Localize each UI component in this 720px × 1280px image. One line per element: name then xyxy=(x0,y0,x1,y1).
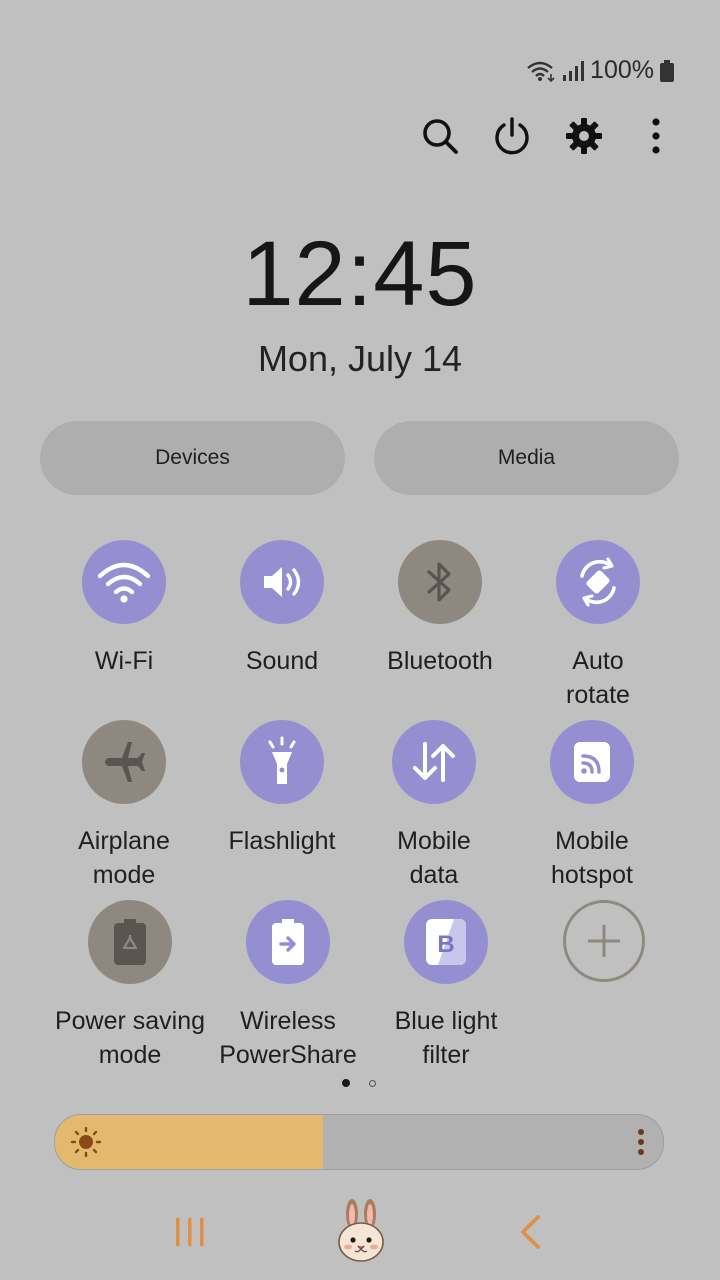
tile-sound-circle[interactable] xyxy=(240,540,324,624)
tile-label: Wi-Fi xyxy=(94,647,154,675)
powershare-icon xyxy=(272,919,304,965)
sun-icon xyxy=(70,1127,102,1157)
add-tile-circle[interactable] xyxy=(563,900,645,982)
brightness-slider[interactable] xyxy=(54,1114,664,1170)
search-button[interactable] xyxy=(416,112,464,160)
tile-bluetooth[interactable]: Bluetooth xyxy=(355,540,525,678)
tile-label: Flashlight xyxy=(228,827,336,855)
tile-flashlight-circle[interactable] xyxy=(240,720,324,804)
clock-time: 12:45 xyxy=(242,223,478,325)
media-button[interactable]: Media xyxy=(374,421,679,495)
tile-label: Airplane mode xyxy=(78,827,170,889)
add-icon xyxy=(588,925,620,957)
tile-power-saving[interactable]: Power saving mode xyxy=(45,900,215,1072)
auto-rotate-icon xyxy=(580,557,616,607)
battery-percent: 100% xyxy=(590,56,654,84)
back-icon xyxy=(521,1215,540,1249)
devices-button[interactable]: Devices xyxy=(40,421,345,495)
tile-label: Power saving mode xyxy=(54,1007,206,1069)
tile-power-saving-circle[interactable] xyxy=(88,900,172,984)
tile-bluetooth-circle[interactable] xyxy=(398,540,482,624)
mobile-data-icon xyxy=(413,742,455,782)
tile-flashlight[interactable]: Flashlight xyxy=(197,720,367,858)
tile-hotspot-circle[interactable] xyxy=(550,720,634,804)
tile-wifi[interactable]: Wi-Fi xyxy=(39,540,209,678)
tile-mobile-data[interactable]: Mobile data xyxy=(349,720,519,892)
flashlight-icon xyxy=(268,736,296,784)
tile-sound[interactable]: Sound xyxy=(197,540,367,678)
search-icon xyxy=(423,119,458,154)
tile-label: Blue light filter xyxy=(394,1007,498,1069)
tile-airplane-circle[interactable] xyxy=(82,720,166,804)
tile-airplane-mode[interactable]: Airplane mode xyxy=(39,720,209,892)
power-button[interactable] xyxy=(488,112,536,160)
tile-label: Wireless PowerShare xyxy=(219,1007,357,1069)
tile-label: Sound xyxy=(245,647,319,675)
recent-apps-button[interactable] xyxy=(172,1216,208,1253)
tile-label: Mobile data xyxy=(397,827,471,889)
svg-text:B: B xyxy=(437,931,454,958)
settings-gear-icon xyxy=(566,118,602,154)
power-icon xyxy=(495,117,529,155)
wifi-icon xyxy=(97,562,151,603)
tile-label: Mobile hotspot xyxy=(550,827,633,889)
airplane-icon xyxy=(105,742,145,782)
more-options-icon xyxy=(652,118,660,154)
tile-label: Bluetooth xyxy=(387,647,493,675)
status-bar: 100% xyxy=(526,56,674,85)
tile-blue-light-filter[interactable]: B Blue light filter xyxy=(361,900,531,1072)
tile-powershare-circle[interactable] xyxy=(246,900,330,984)
home-bunny-icon xyxy=(338,1199,384,1262)
back-button[interactable] xyxy=(516,1214,544,1255)
tile-auto-rotate[interactable]: Auto rotate xyxy=(513,540,683,712)
tile-add[interactable] xyxy=(519,900,689,982)
tile-label: Auto rotate xyxy=(566,647,630,709)
speaker-icon xyxy=(264,567,301,597)
tile-mobile-hotspot[interactable]: Mobile hotspot xyxy=(507,720,677,892)
brightness-more-icon[interactable] xyxy=(637,1129,645,1155)
battery-saver-icon xyxy=(114,919,146,965)
tile-auto-rotate-circle[interactable] xyxy=(556,540,640,624)
blue-light-filter-icon: B xyxy=(426,919,466,965)
wifi-signal-icon xyxy=(527,61,555,82)
tile-wifi-circle[interactable] xyxy=(82,540,166,624)
cellular-signal-icon xyxy=(563,60,585,81)
page-dot-active xyxy=(342,1079,350,1087)
settings-button[interactable] xyxy=(560,112,608,160)
hotspot-icon xyxy=(574,742,610,782)
more-options-button[interactable] xyxy=(632,112,680,160)
battery-icon xyxy=(660,59,674,82)
page-dot xyxy=(369,1080,376,1087)
home-button[interactable] xyxy=(332,1198,390,1269)
clock-date: Mon, July 14 xyxy=(257,338,463,379)
tile-blue-light-circle[interactable]: B xyxy=(404,900,488,984)
bluetooth-icon xyxy=(427,562,451,602)
tile-mobile-data-circle[interactable] xyxy=(392,720,476,804)
tile-wireless-powershare[interactable]: Wireless PowerShare xyxy=(203,900,373,1072)
recent-apps-icon xyxy=(176,1218,204,1246)
